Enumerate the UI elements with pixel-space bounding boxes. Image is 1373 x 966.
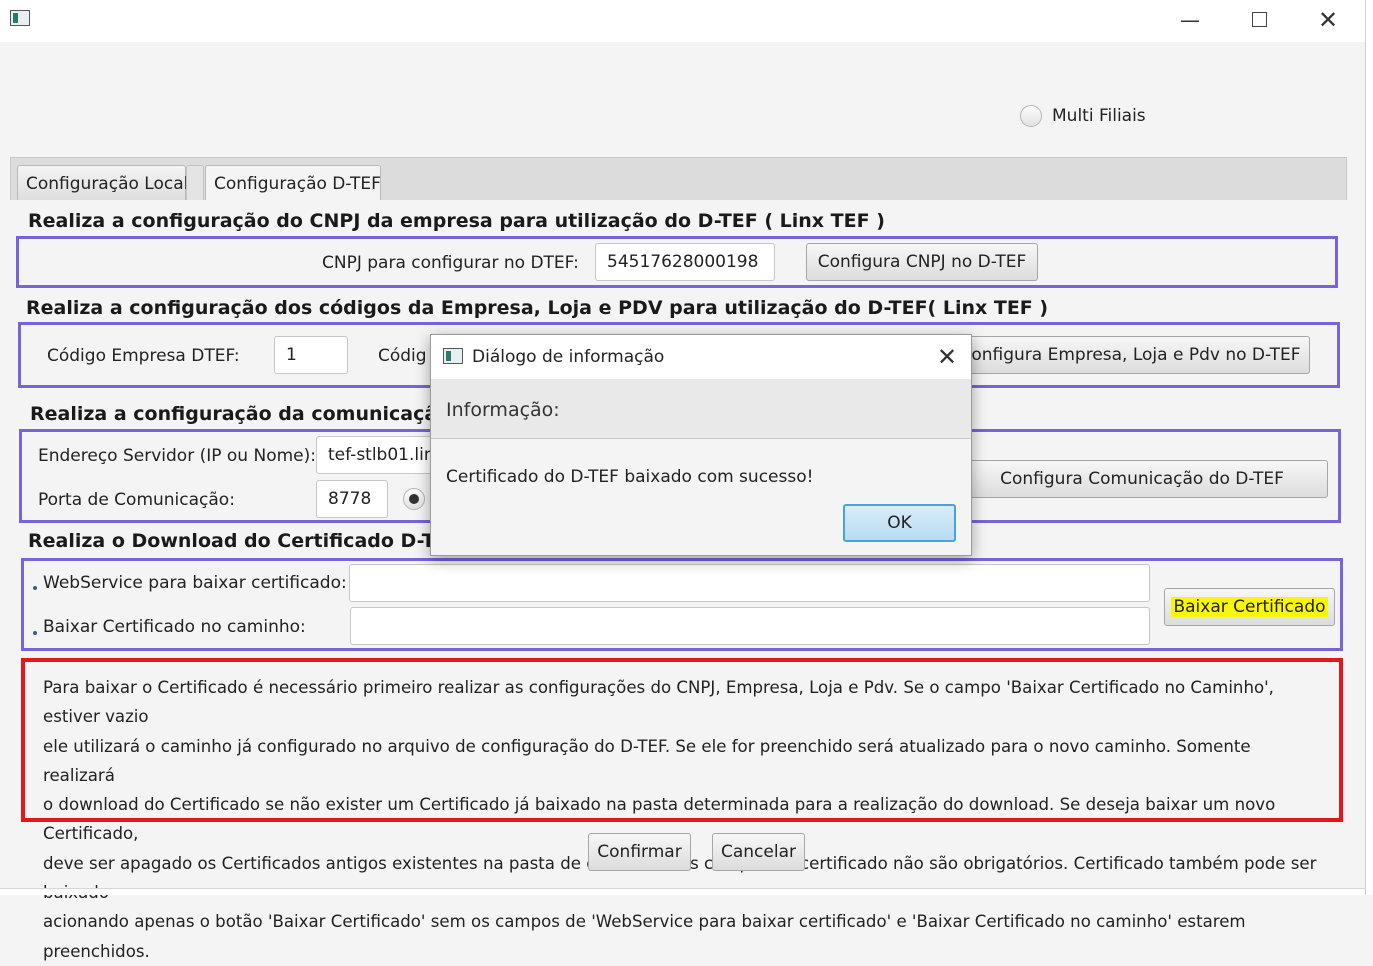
- dialog-ok-button[interactable]: OK: [843, 504, 956, 542]
- maximize-button[interactable]: [1239, 6, 1279, 34]
- cnpj-section-title: Realiza a configuração do CNPJ da empres…: [28, 210, 885, 232]
- close-window-button[interactable]: ✕: [1308, 6, 1348, 34]
- tab-configuracao-dtef[interactable]: Configuração D-TEF: [205, 165, 381, 200]
- webservice-label: WebService para baixar certificado:: [43, 573, 347, 593]
- baixar-certificado-button[interactable]: Baixar Certificado: [1164, 588, 1335, 626]
- tab-configuracao-local[interactable]: Configuração Local: [17, 165, 189, 200]
- webservice-input[interactable]: [349, 564, 1150, 602]
- cnpj-label: CNPJ para configurar no DTEF:: [322, 253, 579, 273]
- instruction-line: Para baixar o Certificado é necessário p…: [43, 678, 1274, 727]
- cnpj-input[interactable]: 54517628000198: [595, 243, 775, 281]
- codigo-empresa-label: Código Empresa DTEF:: [47, 346, 240, 366]
- confirmar-button[interactable]: Confirmar: [588, 833, 691, 871]
- multi-filiais-radio[interactable]: [1020, 105, 1042, 127]
- codigo-loja-label: Códig: [378, 346, 427, 366]
- protocol-radio[interactable]: [403, 488, 425, 510]
- java-app-icon: [10, 10, 30, 26]
- download-section-title: Realiza o Download do Certificado D-TEF: [28, 530, 461, 552]
- instructions-box: Para baixar o Certificado é necessário p…: [21, 658, 1343, 961]
- caminho-label: Baixar Certificado no caminho:: [43, 617, 306, 637]
- cancelar-button[interactable]: Cancelar: [712, 833, 805, 871]
- dialog-message: Certificado do D-TEF baixado com sucesso…: [446, 467, 814, 487]
- dialog-close-button[interactable]: ✕: [931, 341, 963, 373]
- baixar-certificado-label: Baixar Certificado: [1171, 597, 1328, 617]
- tab-label: Configuração Local: [26, 174, 189, 194]
- minimize-button[interactable]: —: [1170, 6, 1210, 34]
- dialog-header-label: Informação:: [446, 399, 560, 421]
- dialog-titlebar: Diálogo de informação ✕: [431, 335, 971, 379]
- tab-label: Configuração D-TEF: [214, 174, 381, 194]
- window-edge: [1365, 0, 1373, 895]
- endereco-servidor-input[interactable]: tef-stlb01.linx: [316, 436, 446, 474]
- tab-separator: [186, 165, 204, 200]
- configura-comunicacao-button[interactable]: Configura Comunicação do D-TEF: [956, 460, 1328, 498]
- codigo-empresa-input[interactable]: 1: [274, 336, 348, 374]
- window-edge: [0, 888, 1365, 895]
- codigos-section-title: Realiza a configuração dos códigos da Em…: [26, 297, 1049, 319]
- bullet-icon: [33, 586, 37, 590]
- instruction-line: acionando apenas o botão 'Baixar Certifi…: [43, 912, 1246, 961]
- caminho-input[interactable]: [350, 607, 1150, 645]
- multi-filiais-label: Multi Filiais: [1052, 106, 1146, 126]
- porta-comunicacao-input[interactable]: 8778: [316, 480, 388, 518]
- java-app-icon: [443, 348, 463, 364]
- endereco-servidor-label: Endereço Servidor (IP ou Nome):: [38, 446, 316, 466]
- instruction-line: ele utilizará o caminho já configurado n…: [43, 736, 1251, 785]
- configura-empresa-loja-pdv-button[interactable]: Configura Empresa, Loja e Pdv no D-TEF: [950, 336, 1310, 374]
- bullet-icon: [33, 631, 37, 635]
- configura-cnpj-button[interactable]: Configura CNPJ no D-TEF: [806, 243, 1038, 281]
- maximize-icon: [1251, 12, 1267, 27]
- info-dialog: Diálogo de informação ✕ Informação: Cert…: [430, 334, 972, 556]
- dialog-title: Diálogo de informação: [472, 347, 665, 367]
- comunicacao-section-title: Realiza a configuração da comunicação p: [30, 403, 471, 425]
- porta-comunicacao-label: Porta de Comunicação:: [38, 490, 235, 510]
- window-titlebar: — ✕: [0, 0, 1365, 42]
- dialog-header: Informação:: [431, 379, 971, 439]
